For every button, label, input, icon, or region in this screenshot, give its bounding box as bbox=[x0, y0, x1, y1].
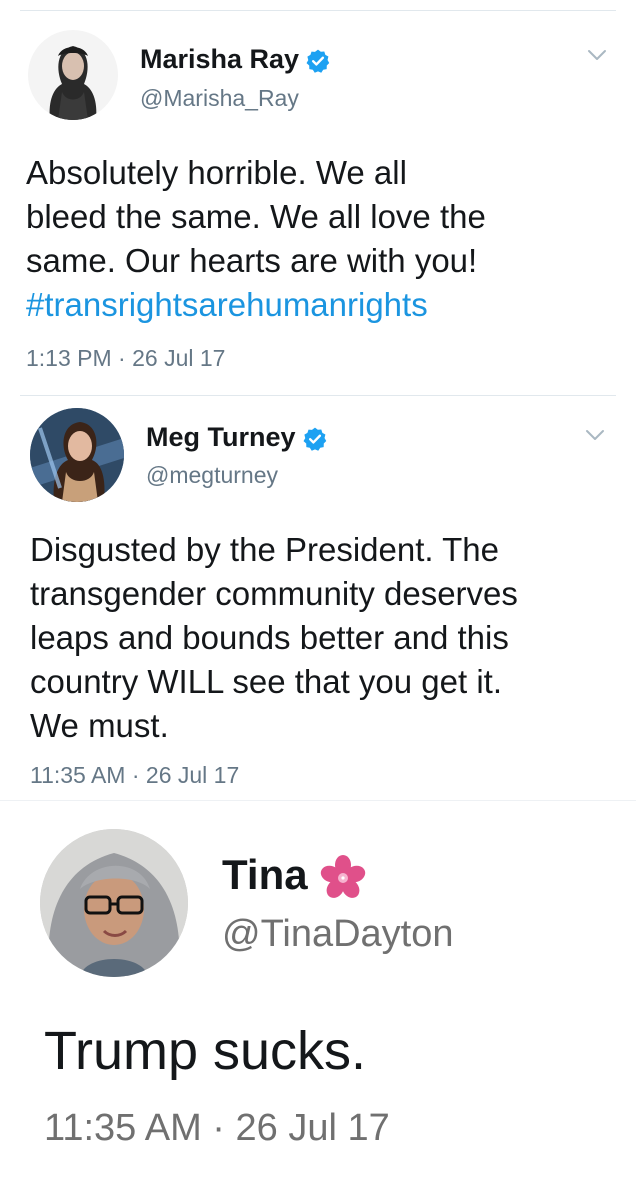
author-name[interactable]: Tina bbox=[222, 851, 366, 901]
tweet-tina[interactable]: Tina @TinaDayton Trump sucks. 11:35 AM ·… bbox=[0, 801, 636, 1200]
author-name-text[interactable]: Marisha Ray bbox=[140, 44, 299, 74]
tweet-timestamp[interactable]: 11:35 AM · 26 Jul 17 bbox=[30, 762, 239, 789]
verified-badge-icon bbox=[306, 49, 330, 73]
chevron-down-icon[interactable] bbox=[584, 428, 606, 442]
tweet-text-line: Absolutely horrible. We all bbox=[26, 154, 407, 191]
tweet-text-line: We must. bbox=[30, 707, 169, 744]
tweet-marisha-ray[interactable]: Marisha Ray @Marisha_Ray Absolutely horr… bbox=[0, 0, 636, 395]
verified-badge-icon bbox=[303, 427, 326, 451]
tweet-text-line: Disgusted by the President. The bbox=[30, 531, 499, 568]
chevron-down-icon[interactable] bbox=[586, 48, 608, 62]
author-name[interactable]: Meg Turney bbox=[146, 422, 328, 453]
avatar[interactable] bbox=[28, 30, 118, 120]
tweet-text-line: Trump sucks. bbox=[44, 1021, 367, 1081]
tweet-text-line: bleed the same. We all love the bbox=[26, 198, 486, 235]
tweet-text: Absolutely horrible. We all bleed the sa… bbox=[26, 151, 486, 327]
tweet-text-line: same. Our hearts are with you! bbox=[26, 242, 478, 279]
tweet-text-line: leaps and bounds better and this bbox=[30, 619, 509, 656]
tweet-text-line: country WILL see that you get it. bbox=[30, 663, 503, 700]
author-handle[interactable]: @Marisha_Ray bbox=[140, 85, 299, 112]
author-handle[interactable]: @TinaDayton bbox=[222, 913, 454, 956]
author-name-text[interactable]: Meg Turney bbox=[146, 422, 296, 452]
tweet-text: Trump sucks. bbox=[44, 1019, 366, 1083]
tweet-timestamp[interactable]: 11:35 AM · 26 Jul 17 bbox=[44, 1107, 390, 1150]
tweet-text-line: transgender community deserves bbox=[30, 575, 518, 612]
author-name[interactable]: Marisha Ray bbox=[140, 44, 331, 75]
tweet-text: Disgusted by the President. The transgen… bbox=[30, 528, 518, 748]
author-handle[interactable]: @megturney bbox=[146, 462, 278, 489]
author-name-text[interactable]: Tina bbox=[222, 851, 308, 898]
avatar[interactable] bbox=[30, 408, 124, 502]
avatar[interactable] bbox=[40, 829, 188, 977]
tweet-meg-turney[interactable]: Meg Turney @megturney Disgusted by the P… bbox=[0, 396, 636, 800]
cherry-blossom-icon bbox=[320, 854, 365, 898]
hashtag-link[interactable]: #transrightsarehumanrights bbox=[26, 283, 486, 327]
tweet-timestamp[interactable]: 1:13 PM · 26 Jul 17 bbox=[26, 345, 225, 372]
